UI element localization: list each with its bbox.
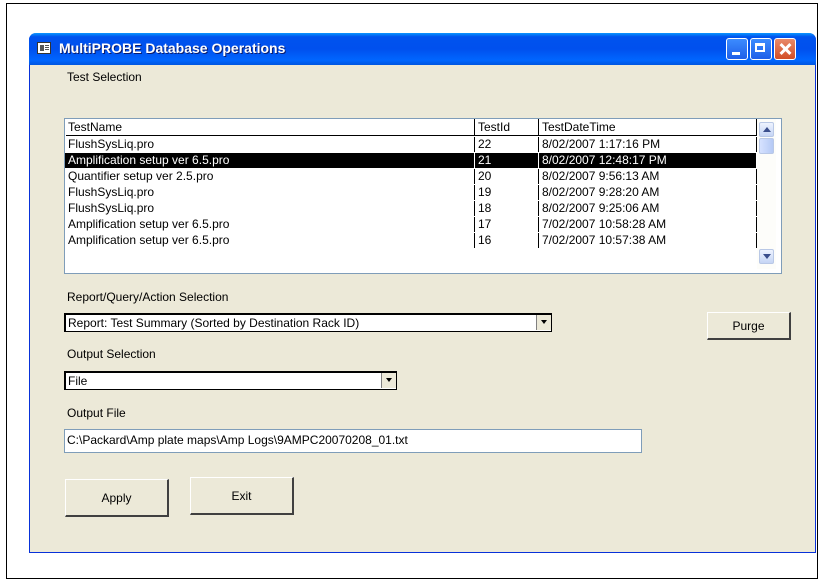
cell-testdatetime: 8/02/2007 9:25:06 AM xyxy=(539,201,757,216)
cell-testname: FlushSysLiq.pro xyxy=(66,201,475,216)
cell-testid: 21 xyxy=(475,153,539,168)
scroll-thumb[interactable] xyxy=(759,138,774,154)
cell-testname: FlushSysLiq.pro xyxy=(66,185,475,200)
report-select-value: Report: Test Summary (Sorted by Destinat… xyxy=(68,316,360,330)
chevron-down-icon[interactable] xyxy=(381,373,396,388)
table-row[interactable]: Quantifier setup ver 2.5.pro 20 8/02/2007 … xyxy=(65,169,765,184)
cell-testdatetime: 8/02/2007 12:48:17 PM xyxy=(539,153,757,168)
chevron-down-icon[interactable] xyxy=(536,315,551,330)
minimize-button[interactable] xyxy=(726,38,748,60)
output-selection-label: Output Selection xyxy=(67,347,156,361)
output-file-field[interactable]: C:\Packard\Amp plate maps\Amp Logs\9AMPC… xyxy=(64,429,642,453)
output-file-value: C:\Packard\Amp plate maps\Amp Logs\9AMPC… xyxy=(67,433,408,447)
exit-button[interactable]: Exit xyxy=(190,477,294,515)
cell-testdatetime: 7/02/2007 10:57:38 AM xyxy=(539,233,757,248)
cell-testname: FlushSysLiq.pro xyxy=(66,137,475,152)
table-row[interactable]: Amplification setup ver 6.5.pro 17 7/02/20… xyxy=(65,217,765,232)
apply-button[interactable]: Apply xyxy=(65,479,169,517)
cell-testdatetime: 7/02/2007 10:58:28 AM xyxy=(539,217,757,232)
title-bar[interactable]: MultiPROBE Database Operations xyxy=(29,33,816,65)
close-button[interactable] xyxy=(774,38,796,60)
output-select[interactable]: File xyxy=(64,371,397,390)
test-selection-label: Test Selection xyxy=(67,70,142,84)
cell-testname: Amplification setup ver 6.5.pro xyxy=(66,233,475,248)
output-file-label: Output File xyxy=(67,406,126,420)
window-title: MultiPROBE Database Operations xyxy=(59,40,286,56)
scroll-up-icon[interactable] xyxy=(759,122,774,137)
table-row[interactable]: FlushSysLiq.pro 19 8/02/2007 9:28:20 AM xyxy=(65,185,765,200)
cell-testname: Amplification setup ver 6.5.pro xyxy=(66,153,475,168)
output-select-value: File xyxy=(68,374,88,388)
column-header-testdatetime[interactable]: TestDateTime xyxy=(539,119,757,136)
cell-testid: 16 xyxy=(475,233,539,248)
report-select[interactable]: Report: Test Summary (Sorted by Destinat… xyxy=(64,313,552,332)
scroll-down-icon[interactable] xyxy=(759,249,774,264)
table-row[interactable]: Amplification setup ver 6.5.pro 16 7/02/20… xyxy=(65,233,765,248)
cell-testid: 17 xyxy=(475,217,539,232)
cell-testid: 19 xyxy=(475,185,539,200)
list-scrollbar[interactable] xyxy=(757,119,776,269)
list-header: TestName TestId TestDateTime xyxy=(65,119,757,136)
column-header-testname[interactable]: TestName xyxy=(66,119,475,136)
cell-testdatetime: 8/02/2007 1:17:16 PM xyxy=(539,137,757,152)
form-icon xyxy=(37,42,51,54)
cell-testid: 20 xyxy=(475,169,539,184)
maximize-button[interactable] xyxy=(750,38,772,60)
table-row[interactable]: FlushSysLiq.pro 18 8/02/2007 9:25:06 AM xyxy=(65,201,765,216)
cell-testid: 22 xyxy=(475,137,539,152)
cell-testid: 18 xyxy=(475,201,539,216)
table-row[interactable]: FlushSysLiq.pro 22 8/02/2007 1:17:16 PM xyxy=(65,137,765,152)
cell-testname: Amplification setup ver 6.5.pro xyxy=(66,217,475,232)
purge-button[interactable]: Purge xyxy=(707,312,791,340)
table-row[interactable]: Amplification setup ver 6.5.pro 21 8/02/20… xyxy=(65,153,765,168)
test-list[interactable]: TestName TestId TestDateTime FlushSysLiq… xyxy=(64,118,782,274)
report-selection-label: Report/Query/Action Selection xyxy=(67,290,229,304)
cell-testname: Quantifier setup ver 2.5.pro xyxy=(66,169,475,184)
column-header-testid[interactable]: TestId xyxy=(475,119,539,136)
cell-testdatetime: 8/02/2007 9:56:13 AM xyxy=(539,169,757,184)
cell-testdatetime: 8/02/2007 9:28:20 AM xyxy=(539,185,757,200)
